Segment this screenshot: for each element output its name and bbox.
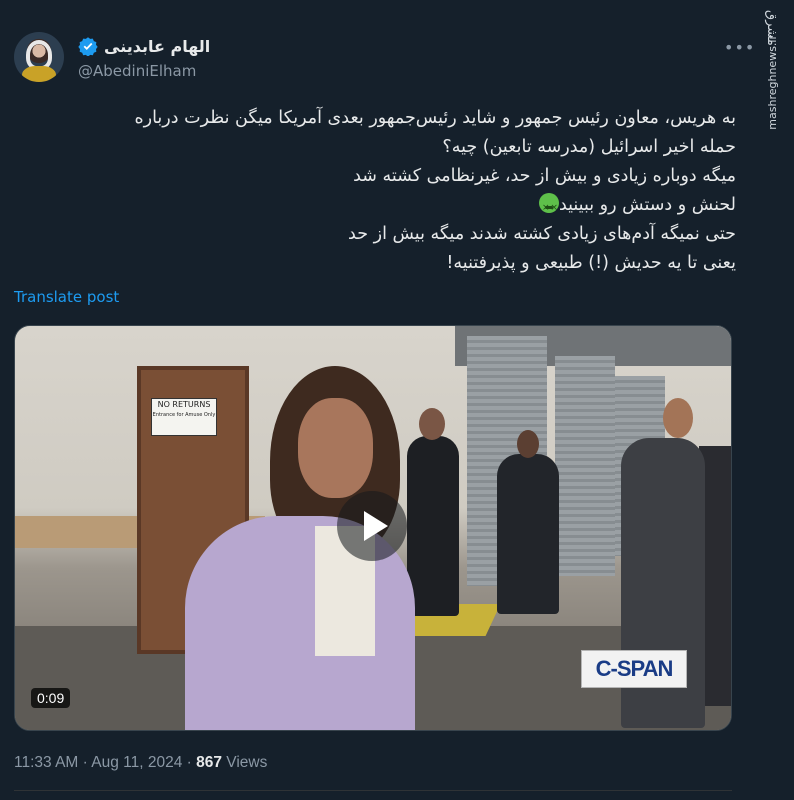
watermark-url: mashreghnews.ir (766, 35, 779, 130)
meta-separator: · (78, 754, 92, 771)
cspan-logo: C-SPAN (581, 650, 687, 688)
avatar[interactable] (14, 32, 64, 82)
author-handle[interactable]: @AbediniElham (78, 62, 196, 80)
video-scene-speaker-face (298, 398, 373, 498)
door-sign-title: NO RETURNS (157, 400, 211, 409)
play-icon[interactable] (337, 491, 407, 561)
views-count: 867 (196, 754, 222, 771)
video-scene-guard (407, 436, 459, 616)
tweet-date[interactable]: Aug 11, 2024 (91, 754, 182, 771)
video-scene-door-sign: NO RETURNS Entrance for Amuse Only (151, 398, 217, 436)
translate-post-link[interactable]: Translate post (14, 288, 119, 306)
tweet-line: حتی نمیگه آدم‌های زیادی کشته شدند میگه ب… (348, 224, 736, 244)
avatar-body (22, 66, 56, 82)
nauseated-face-icon (538, 193, 559, 223)
tweet-line: یعنی تا یه حدیش (!) طبیعی و پذیرفتنیه! (446, 253, 736, 273)
author-display-name[interactable]: الهام عابدینی (104, 37, 210, 56)
video-player[interactable]: NO RETURNS Entrance for Amuse Only C-SPA… (14, 325, 732, 731)
tweet-line: حمله اخیر اسرائیل (مدرسه تابعین) چیه؟ (442, 137, 736, 157)
video-scene-rollup-door (555, 356, 615, 576)
tweet-line: میگه دوباره زیادی و بیش از حد، غیرنظامی … (353, 166, 736, 186)
verified-badge-icon (78, 37, 98, 56)
tweet-line: به هریس، معاون رئیس جمهور و شاید رئیس‌جم… (134, 108, 736, 128)
video-scene-guard-head (663, 398, 693, 438)
author-name-row[interactable]: الهام عابدینی (78, 36, 210, 56)
tweet-line: لحنش و دستش رو ببینید (558, 195, 736, 215)
video-scene-guard-head (517, 430, 539, 458)
watermark: مشرق mashreghnews.ir (762, 10, 786, 130)
divider (14, 790, 732, 791)
tweet-meta: 11:33 AM · Aug 11, 2024 · 867 Views (14, 754, 267, 772)
tweet-line-with-emoji: لحنش و دستش رو ببینید (14, 191, 736, 223)
video-duration-badge: 0:09 (31, 688, 71, 708)
tweet-text: به هریس، معاون رئیس جمهور و شاید رئیس‌جم… (14, 104, 736, 278)
door-sign-subtitle: Entrance for Amuse Only (152, 412, 216, 418)
video-scene-guard (497, 454, 559, 614)
views-label: Views (222, 754, 268, 771)
video-scene-guard-head (419, 408, 445, 440)
tweet-time[interactable]: 11:33 AM (14, 754, 78, 771)
meta-separator: · (182, 754, 197, 771)
more-options-icon[interactable]: ••• (724, 38, 755, 57)
